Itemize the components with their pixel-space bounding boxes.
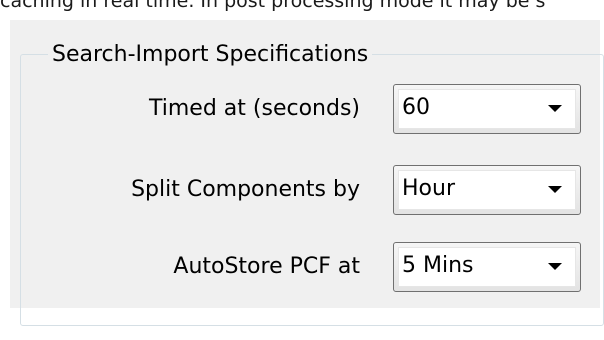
split-components-dropdown[interactable]: Hour bbox=[393, 165, 581, 215]
settings-window: caching in real time. In post processing… bbox=[0, 0, 604, 340]
split-components-value: Hour bbox=[402, 176, 455, 201]
chevron-down-icon[interactable] bbox=[548, 186, 562, 193]
search-import-specifications-panel: Search-Import Specifications Timed at (s… bbox=[10, 20, 604, 326]
timed-at-value: 60 bbox=[402, 95, 430, 120]
timed-at-label: Timed at (seconds) bbox=[149, 96, 360, 121]
autostore-pcf-value: 5 Mins bbox=[402, 253, 474, 278]
autostore-pcf-label: AutoStore PCF at bbox=[173, 254, 360, 279]
background-document-text: caching in real time. In post processing… bbox=[0, 0, 546, 12]
chevron-down-icon[interactable] bbox=[548, 263, 562, 270]
chevron-down-icon[interactable] bbox=[548, 105, 562, 112]
split-components-label: Split Components by bbox=[131, 177, 360, 202]
autostore-pcf-dropdown[interactable]: 5 Mins bbox=[393, 242, 581, 292]
timed-at-dropdown[interactable]: 60 bbox=[393, 84, 581, 134]
group-title: Search-Import Specifications bbox=[48, 40, 373, 70]
